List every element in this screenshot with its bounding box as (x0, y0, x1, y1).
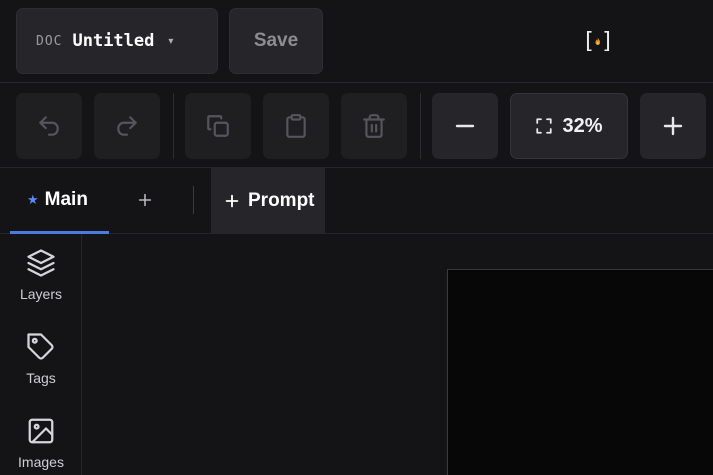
toolbar-divider (420, 93, 421, 159)
sidebar: Layers Tags Images (0, 234, 82, 475)
redo-icon (117, 116, 137, 136)
star-icon: ★ (27, 191, 39, 207)
tab-main[interactable]: ★ Main (10, 168, 109, 234)
sidebar-item-label: Layers (19, 286, 63, 302)
sidebar-item-images[interactable]: Images (0, 402, 82, 475)
paste-button[interactable] (263, 93, 329, 159)
prompt-button[interactable]: Prompt (211, 168, 325, 234)
plus-icon (225, 194, 239, 208)
toolbar: 32% (0, 83, 713, 168)
zoom-in-icon (663, 116, 683, 136)
toolbar-divider (173, 93, 174, 159)
zoom-out-button[interactable] (432, 93, 498, 159)
chevron-down-icon: ▾ (168, 35, 174, 47)
add-tab-button[interactable] (133, 188, 157, 212)
document-menu-button[interactable]: DOC Untitled ▾ (16, 8, 218, 74)
sidebar-item-tags[interactable]: Tags (0, 318, 82, 398)
save-button[interactable]: Save (229, 8, 323, 74)
document-name: Untitled (72, 31, 155, 51)
prompt-label: Prompt (248, 190, 315, 211)
canvas-area[interactable] (82, 234, 713, 475)
redo-button[interactable] (94, 93, 160, 159)
copy-button[interactable] (185, 93, 251, 159)
zoom-level: 32% (562, 114, 603, 137)
sidebar-item-label: Tags (26, 370, 56, 386)
zoom-out-icon (455, 124, 475, 128)
logo-bracket-left: [ (582, 28, 596, 54)
paste-icon (286, 114, 306, 138)
plus-icon (138, 193, 152, 207)
trash-icon (363, 114, 385, 138)
zoom-fit-button[interactable]: 32% (510, 93, 628, 159)
tab-bar: ★ Main Prompt (0, 168, 713, 234)
fit-icon (536, 118, 553, 134)
undo-button[interactable] (16, 93, 82, 159)
tag-icon (27, 333, 54, 360)
sidebar-item-layers[interactable]: Layers (0, 234, 82, 314)
artboard[interactable] (447, 269, 713, 475)
sidebar-item-label: Images (18, 454, 64, 470)
layers-icon (27, 249, 55, 277)
undo-icon (39, 116, 59, 136)
copy-icon (207, 115, 229, 137)
app-logo: [ ] (582, 26, 614, 56)
delete-button[interactable] (341, 93, 407, 159)
top-bar: DOC Untitled ▾ Save [ ] (0, 0, 713, 83)
tab-divider (193, 186, 194, 214)
doc-tag: DOC (36, 33, 63, 49)
zoom-in-button[interactable] (640, 93, 706, 159)
tab-main-label: Main (44, 188, 88, 210)
logo-bracket-right: ] (600, 28, 614, 54)
image-icon (28, 418, 54, 444)
